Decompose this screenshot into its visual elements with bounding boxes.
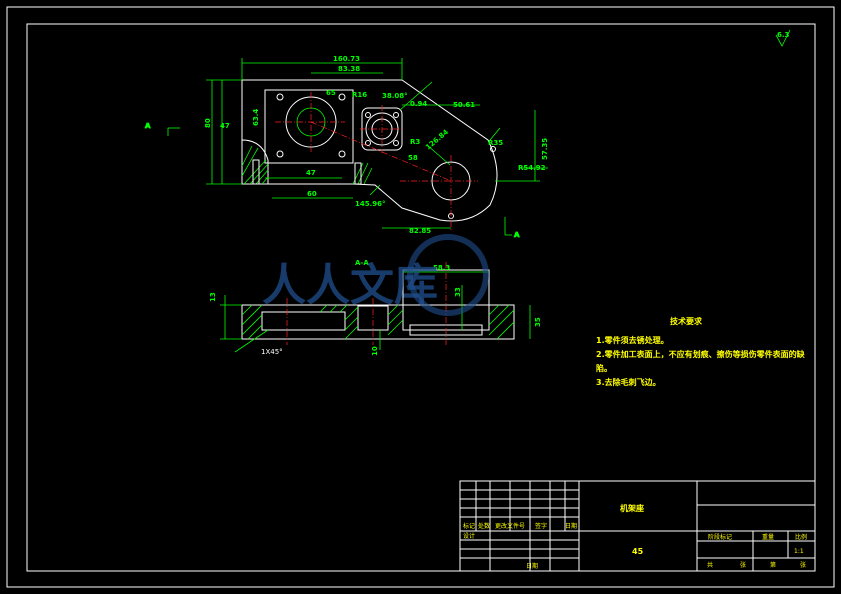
dim-text: 58 <box>408 154 418 162</box>
watermark: 人人文库 <box>262 234 489 316</box>
dim-text: R16 <box>352 91 367 99</box>
svg-text:更改文件号: 更改文件号 <box>495 522 525 530</box>
dim-text: R3 <box>410 138 420 146</box>
dim-text: 83.38 <box>338 65 360 73</box>
svg-text:A: A <box>145 122 151 130</box>
dim-text: R54.92 <box>518 164 546 172</box>
svg-text:第: 第 <box>770 561 776 569</box>
svg-text:重量: 重量 <box>762 533 774 541</box>
svg-text:A: A <box>514 231 520 239</box>
technical-requirements: 技术要求 1.零件须去锈处理。 2.零件加工表面上，不应有划痕、擦伤等损伤零件表… <box>596 316 806 387</box>
scale-value: 1:1 <box>794 548 804 555</box>
dim-text: 80 <box>204 118 212 128</box>
svg-text:日期: 日期 <box>526 562 538 570</box>
material: 45 <box>632 547 644 556</box>
svg-text:设计: 设计 <box>463 532 475 540</box>
dim-text: 13 <box>209 292 217 302</box>
svg-text:张: 张 <box>800 561 806 569</box>
svg-text:处数: 处数 <box>478 522 490 530</box>
svg-text:签字: 签字 <box>535 522 547 530</box>
svg-text:人人文库: 人人文库 <box>262 260 438 311</box>
engineering-drawing: 6.3 A A 160.73 83.38 65 47 60 63.4 80 38… <box>6 6 835 588</box>
section-marker-right: A <box>504 217 520 239</box>
dim-text: 63.4 <box>252 109 260 126</box>
tech-item: 3.去除毛刺飞边。 <box>596 377 661 387</box>
svg-text:比例: 比例 <box>795 533 807 541</box>
dim-text: 10 <box>371 346 379 356</box>
svg-text:阶段标记: 阶段标记 <box>708 533 732 541</box>
dim-text: 126.84 <box>424 128 450 152</box>
dim-text: 38.08° <box>382 92 408 100</box>
part-name: 机架座 <box>620 503 644 513</box>
dim-text: 57.35 <box>541 138 549 160</box>
plan-view: A A 160.73 83.38 65 47 60 63.4 80 38.08°… <box>145 55 549 239</box>
dim-text: 50.61 <box>453 101 475 109</box>
dim-text: 47 <box>220 122 230 130</box>
tech-item: 2.零件加工表面上，不应有划痕、擦伤等损伤零件表面的缺 <box>596 349 806 359</box>
svg-text:日期: 日期 <box>565 522 577 530</box>
dim-text: 82.85 <box>409 227 431 235</box>
dim-text: 145.96° <box>355 200 386 208</box>
dim-text: 0.94 <box>410 100 427 108</box>
tech-item: 陷。 <box>596 363 612 373</box>
dim-text: R35 <box>488 139 503 147</box>
dim-text: 60 <box>307 190 317 198</box>
dim-text: 47 <box>306 169 316 177</box>
dim-text: 160.73 <box>333 55 360 63</box>
tech-title: 技术要求 <box>670 316 703 326</box>
title-block: 标记 处数 更改文件号 签字 日期 设计 日期 阶段标记 重量 比例 共 张 第… <box>459 480 816 572</box>
svg-text:张: 张 <box>740 561 746 569</box>
svg-text:标记: 标记 <box>463 522 475 530</box>
dim-text: 1X45° <box>261 348 283 356</box>
roughness-value: 6.3 <box>777 31 790 39</box>
dim-text: 33 <box>454 287 462 297</box>
roughness-symbol: 6.3 <box>775 29 791 47</box>
dim-text: 65 <box>326 89 336 97</box>
section-marker-left: A <box>145 122 180 136</box>
tech-item: 1.零件须去锈处理。 <box>596 335 669 345</box>
dim-text: 35 <box>534 317 542 327</box>
svg-text:共: 共 <box>707 561 713 569</box>
